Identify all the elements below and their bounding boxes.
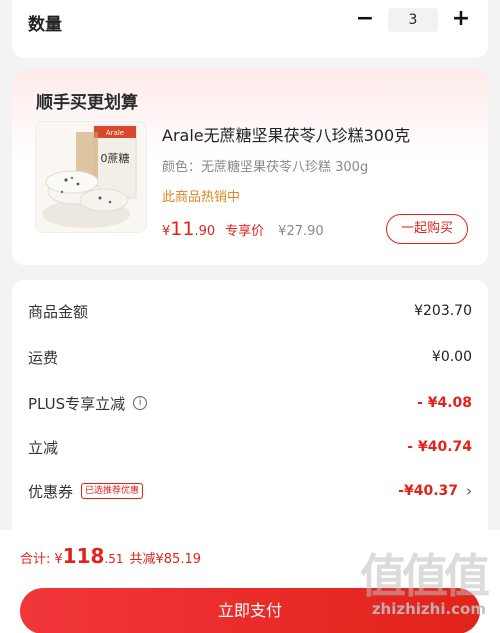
exclusive-price-tag: 专享价	[225, 224, 265, 239]
decrease-button[interactable]: −	[354, 8, 376, 31]
total-saved: 共减¥85.19	[129, 552, 202, 567]
brand-mark: Arale	[106, 129, 124, 137]
bottom-bar: 合计: ¥ 118 .51 共减¥85.19 立即支付	[0, 530, 500, 633]
coupon-badge: 已选推荐优惠	[81, 483, 144, 499]
price-symbol: ¥	[162, 224, 171, 239]
fee-label: 立减	[28, 438, 59, 457]
fee-value: ¥203.70	[414, 303, 472, 319]
fee-value: ¥0.00	[431, 349, 472, 365]
total-integer: 118	[62, 544, 105, 568]
pay-now-button[interactable]: 立即支付	[20, 588, 480, 633]
coupon-value-group: -¥40.37 ›	[398, 482, 472, 500]
price-integer: 11	[170, 218, 195, 240]
buy-together-button[interactable]: 一起购买	[386, 214, 468, 244]
fee-row-shipping: 运费 ¥0.00	[28, 345, 472, 369]
chevron-right-icon[interactable]: ›	[466, 482, 472, 500]
fee-value: -¥40.37	[398, 483, 458, 499]
hot-selling-label: 此商品热销中	[162, 190, 241, 205]
fee-value: - ¥40.74	[407, 439, 472, 455]
info-icon[interactable]: i	[133, 396, 148, 410]
fee-row-subtotal: 商品金额 ¥203.70	[28, 299, 472, 323]
product-spec: 颜色：无蔗糖坚果茯苓八珍糕 300g	[162, 160, 369, 175]
quantity-stepper: − 3 +	[354, 8, 472, 32]
total-label: 合计:	[20, 552, 51, 567]
fee-row-instant-discount: 立减 - ¥40.74	[28, 435, 472, 459]
total-decimal: .51	[104, 552, 124, 566]
fee-label: 商品金额	[28, 302, 89, 321]
fee-label: PLUS专享立减 i	[28, 393, 148, 414]
fee-label: 运费	[28, 348, 59, 367]
original-price: ¥27.90	[278, 224, 324, 239]
total-symbol: ¥	[54, 552, 63, 567]
package-label: 0蔗糖	[101, 151, 130, 165]
fees-card: 商品金额 ¥203.70 运费 ¥0.00 PLUS专享立减 i - ¥4.08…	[12, 280, 488, 540]
quantity-card: 数量 − 3 +	[12, 0, 488, 58]
fee-row-plus-discount[interactable]: PLUS专享立减 i - ¥4.08	[28, 391, 472, 415]
fee-value: - ¥4.08	[417, 395, 472, 411]
quantity-input[interactable]: 3	[388, 8, 438, 32]
fee-label-text: 优惠券	[28, 482, 74, 501]
product-image[interactable]: Arale 0蔗糖	[35, 121, 147, 233]
product-image-illustration: Arale 0蔗糖	[42, 125, 137, 228]
price-decimal: .90	[194, 224, 216, 239]
product-name[interactable]: Arale无蔗糖坚果茯苓八珍糕300克	[162, 122, 410, 146]
price-row: ¥ 11 .90 专享价 ¥27.90	[162, 218, 324, 240]
increase-button[interactable]: +	[450, 8, 472, 31]
fee-label-text: PLUS专享立减	[28, 394, 126, 413]
quantity-label: 数量	[28, 15, 62, 35]
fee-row-coupon[interactable]: 优惠券 已选推荐优惠 -¥40.37 ›	[28, 479, 472, 503]
total-row: 合计: ¥ 118 .51 共减¥85.19	[20, 544, 201, 568]
fee-label: 优惠券 已选推荐优惠	[28, 481, 144, 502]
bundle-title: 顺手买更划算	[36, 93, 138, 113]
bundle-card: 顺手买更划算 Arale 0蔗糖 Arale无蔗糖坚果茯苓八珍糕300克 颜色：…	[12, 70, 488, 265]
